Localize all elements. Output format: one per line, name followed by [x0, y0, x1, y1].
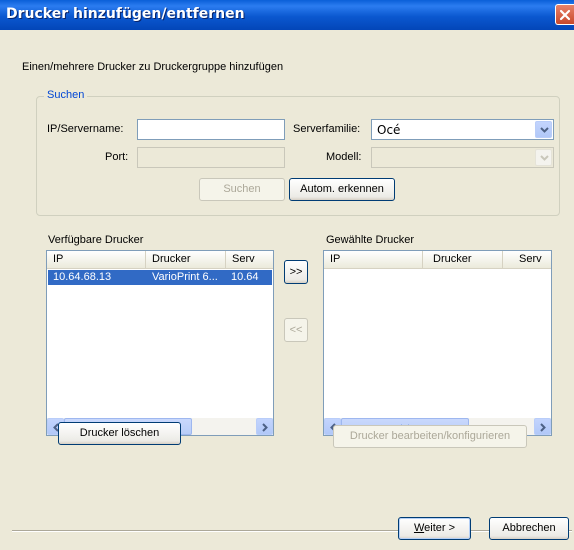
- chevron-down-icon: [540, 155, 549, 161]
- server-family-select[interactable]: Océ: [371, 119, 554, 140]
- printer-server-cell: 10.64: [231, 271, 259, 283]
- search-button[interactable]: Suchen: [199, 178, 285, 201]
- ip-label: IP/Servername:: [47, 123, 124, 135]
- scroll-right-button[interactable]: [534, 418, 551, 435]
- instruction-text: Einen/mehrere Drucker zu Druckergruppe h…: [22, 61, 284, 73]
- available-printers-label: Verfügbare Drucker: [48, 234, 144, 246]
- cancel-button[interactable]: Abbrechen: [489, 517, 569, 540]
- printer-name-cell: VarioPrint 6...: [152, 271, 218, 283]
- available-printers-list[interactable]: IP Drucker Serv 10.64.68.13 VarioPrint 6…: [46, 250, 274, 436]
- arrow-right-icon: [540, 423, 546, 432]
- port-input[interactable]: [137, 147, 285, 168]
- selected-printers-list[interactable]: IP Drucker Serv: [323, 250, 552, 436]
- close-icon: [559, 9, 571, 21]
- server-family-label: Serverfamilie:: [293, 123, 361, 135]
- auto-detect-button[interactable]: Autom. erkennen: [289, 178, 395, 201]
- delete-printer-button[interactable]: Drucker löschen: [58, 422, 181, 445]
- next-button[interactable]: Weiter >: [398, 517, 471, 540]
- port-label: Port:: [105, 151, 129, 163]
- scroll-right-button[interactable]: [256, 418, 273, 435]
- column-header-ip[interactable]: IP: [47, 251, 146, 269]
- server-family-value: Océ: [377, 123, 401, 137]
- next-mnemonic: W: [413, 522, 425, 534]
- column-header-printer[interactable]: Drucker: [146, 251, 226, 269]
- printer-ip-cell: 10.64.68.13: [53, 271, 112, 283]
- available-list-header: IP Drucker Serv: [47, 251, 273, 269]
- dialog-body: Einen/mehrere Drucker zu Druckergruppe h…: [0, 30, 574, 550]
- remove-printer-button[interactable]: <<: [284, 318, 308, 342]
- title-bar[interactable]: Drucker hinzufügen/entfernen: [0, 0, 574, 30]
- model-dropdown-button[interactable]: [535, 149, 552, 166]
- column-header-server[interactable]: Serv: [226, 251, 273, 269]
- footer-divider: [12, 530, 572, 532]
- chevron-down-icon: [540, 127, 549, 133]
- next-label: eiter >: [424, 522, 456, 534]
- model-label: Modell:: [326, 151, 362, 163]
- model-select[interactable]: [371, 147, 554, 168]
- arrow-right-icon: [262, 423, 268, 432]
- column-header-printer[interactable]: Drucker: [423, 251, 503, 269]
- window-title: Drucker hinzufügen/entfernen: [6, 6, 245, 22]
- column-header-ip[interactable]: IP: [324, 251, 423, 269]
- close-button[interactable]: [555, 4, 574, 25]
- search-group-label: Suchen: [44, 89, 88, 101]
- ip-servername-input[interactable]: [137, 119, 285, 140]
- column-header-server[interactable]: Serv: [503, 251, 551, 269]
- server-family-dropdown-button[interactable]: [535, 121, 552, 138]
- selected-printers-label: Gewählte Drucker: [326, 234, 415, 246]
- list-item[interactable]: 10.64.68.13 VarioPrint 6... 10.64: [48, 270, 272, 285]
- add-printer-button[interactable]: >>: [284, 260, 308, 284]
- selected-list-header: IP Drucker Serv: [324, 251, 551, 269]
- edit-printer-button[interactable]: Drucker bearbeiten/konfigurieren: [333, 425, 527, 448]
